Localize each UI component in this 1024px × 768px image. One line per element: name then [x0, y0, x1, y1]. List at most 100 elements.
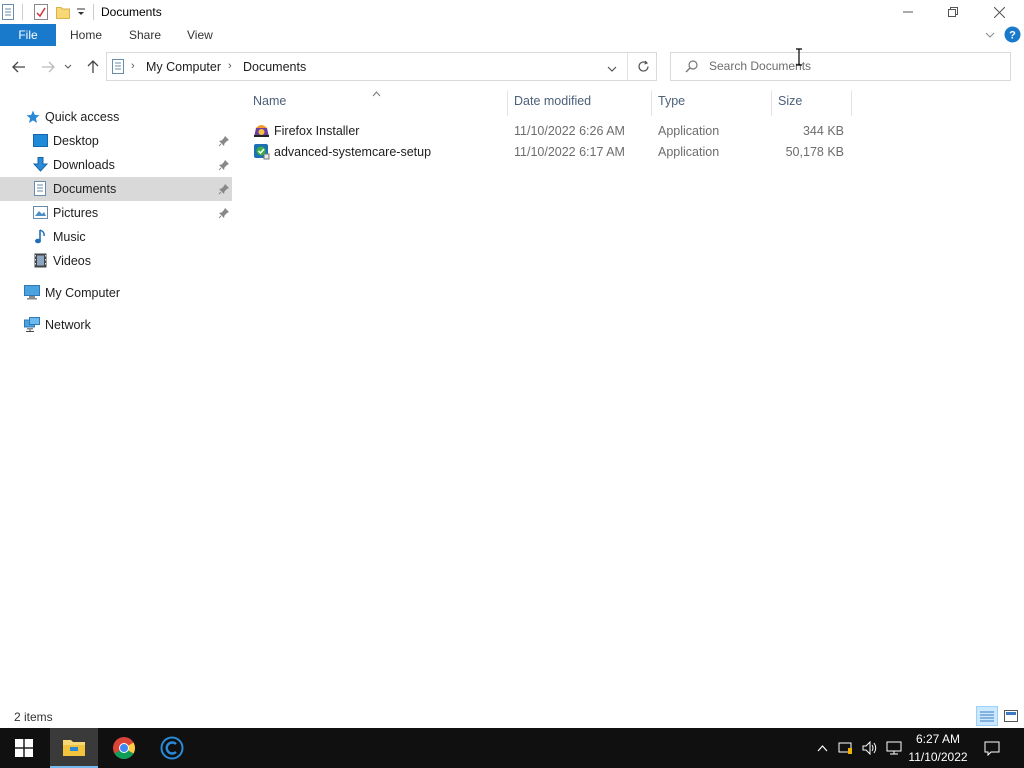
sidebar-item-pictures[interactable]: Pictures — [0, 201, 232, 225]
desktop-icon — [33, 134, 48, 151]
breadcrumb-documents[interactable]: Documents — [243, 60, 306, 74]
windows-logo-icon — [15, 739, 33, 757]
pin-icon[interactable] — [218, 159, 230, 171]
address-divider — [627, 53, 628, 80]
minimize-button[interactable] — [885, 0, 931, 24]
tab-share[interactable]: Share — [119, 24, 171, 46]
large-icons-view-button[interactable] — [1000, 706, 1022, 726]
large-icons-view-icon — [1004, 710, 1018, 722]
arrow-up-icon — [87, 60, 99, 73]
taskbar-ccleaner[interactable] — [148, 728, 196, 768]
documents-app-icon — [2, 4, 14, 20]
action-center-button[interactable] — [980, 728, 1004, 768]
minimize-icon — [903, 11, 913, 13]
file-type: Application — [658, 145, 720, 159]
breadcrumb-separator-icon[interactable]: › — [131, 60, 135, 72]
tab-view[interactable]: View — [177, 24, 223, 46]
customize-quick-access-icon[interactable] — [76, 6, 86, 16]
notification-icon — [984, 741, 1000, 756]
details-view-button[interactable] — [976, 706, 998, 726]
properties-quick-icon[interactable] — [34, 4, 48, 20]
sidebar-item-network[interactable]: Network — [0, 313, 232, 337]
text-cursor-icon — [795, 48, 803, 69]
file-name[interactable]: Firefox Installer — [274, 124, 359, 138]
chevron-down-icon — [64, 64, 72, 69]
breadcrumb-my-computer[interactable]: My Computer — [146, 60, 221, 74]
security-notification-button[interactable] — [836, 728, 856, 768]
sort-ascending-icon — [372, 86, 381, 100]
ribbon-tabs: File Home Share View ? — [0, 24, 1024, 46]
table-row[interactable]: Firefox Installer 11/10/2022 6:26 AM App… — [248, 120, 848, 141]
column-divider[interactable] — [651, 90, 652, 116]
breadcrumb-separator-icon[interactable]: › — [228, 60, 232, 72]
address-history-dropdown[interactable] — [607, 62, 617, 76]
taskbar-chrome[interactable] — [100, 728, 148, 768]
up-button[interactable] — [82, 56, 104, 78]
refresh-icon — [638, 60, 649, 72]
expand-ribbon-button[interactable] — [984, 29, 996, 41]
file-name[interactable]: advanced-systemcare-setup — [274, 145, 431, 159]
clock-date: 11/10/2022 — [908, 750, 968, 764]
sidebar-item-label: My Computer — [45, 286, 121, 300]
chevron-down-icon — [985, 32, 995, 38]
start-button[interactable] — [0, 728, 48, 768]
taskbar-file-explorer[interactable] — [50, 728, 98, 768]
pin-icon[interactable] — [218, 207, 230, 219]
file-explorer-icon — [63, 740, 85, 756]
status-item-count: 2 items — [14, 710, 53, 724]
sidebar-item-label: Music — [53, 230, 86, 244]
sidebar-item-label: Documents — [53, 182, 117, 196]
window-title: Documents — [101, 5, 162, 19]
show-hidden-icons-button[interactable] — [814, 728, 830, 768]
search-input[interactable] — [709, 59, 999, 73]
help-button[interactable]: ? — [1004, 26, 1021, 43]
new-folder-quick-icon[interactable] — [56, 4, 70, 20]
help-icon: ? — [1004, 26, 1021, 43]
column-header-name[interactable]: Name — [253, 94, 286, 112]
tab-file[interactable]: File — [0, 24, 56, 46]
volume-icon — [862, 741, 877, 755]
firefox-installer-icon — [253, 123, 270, 141]
details-view-icon — [980, 711, 994, 722]
sidebar-item-my-computer[interactable]: My Computer — [0, 281, 232, 305]
title-bar: Documents — [0, 0, 1024, 24]
column-divider[interactable] — [507, 90, 508, 116]
sidebar-item-desktop[interactable]: Desktop — [0, 129, 232, 153]
sidebar-item-label: Network — [45, 318, 91, 332]
column-header-type[interactable]: Type — [658, 94, 685, 112]
chevron-up-icon — [817, 744, 827, 751]
documents-icon — [34, 181, 46, 199]
column-divider[interactable] — [771, 90, 772, 116]
file-size: 344 KB — [802, 124, 844, 138]
address-bar[interactable]: › My Computer › Documents — [106, 52, 657, 81]
column-header-size[interactable]: Size — [778, 94, 802, 112]
close-button[interactable] — [976, 0, 1022, 24]
sidebar-item-videos[interactable]: Videos — [0, 249, 232, 273]
sidebar-item-downloads[interactable]: Downloads — [0, 153, 232, 177]
search-box[interactable] — [670, 52, 1011, 81]
security-icon — [838, 742, 852, 754]
column-divider[interactable] — [851, 90, 852, 116]
sidebar-item-label: Pictures — [53, 206, 99, 220]
chevron-down-icon — [607, 66, 617, 72]
restore-button[interactable] — [930, 0, 976, 24]
recent-locations-button[interactable] — [61, 56, 75, 78]
downloads-icon — [32, 157, 49, 176]
pin-icon[interactable] — [218, 183, 230, 195]
tab-home[interactable]: Home — [60, 24, 112, 46]
refresh-button[interactable] — [637, 60, 650, 76]
sidebar-item-quick-access[interactable]: Quick access — [0, 105, 232, 129]
title-divider — [22, 4, 23, 20]
pin-icon[interactable] — [218, 135, 230, 147]
sidebar-item-documents[interactable]: Documents — [0, 177, 232, 201]
back-button[interactable] — [8, 56, 30, 78]
table-row[interactable]: advanced-systemcare-setup 11/10/2022 6:1… — [248, 141, 848, 162]
volume-button[interactable] — [860, 728, 880, 768]
network-icon — [24, 317, 40, 335]
svg-text:?: ? — [1009, 30, 1016, 42]
sidebar-item-music[interactable]: Music — [0, 225, 232, 249]
ccleaner-icon — [160, 736, 184, 760]
forward-button[interactable] — [37, 56, 59, 78]
file-date-modified: 11/10/2022 6:26 AM — [514, 124, 625, 138]
column-header-date-modified[interactable]: Date modified — [514, 94, 591, 112]
